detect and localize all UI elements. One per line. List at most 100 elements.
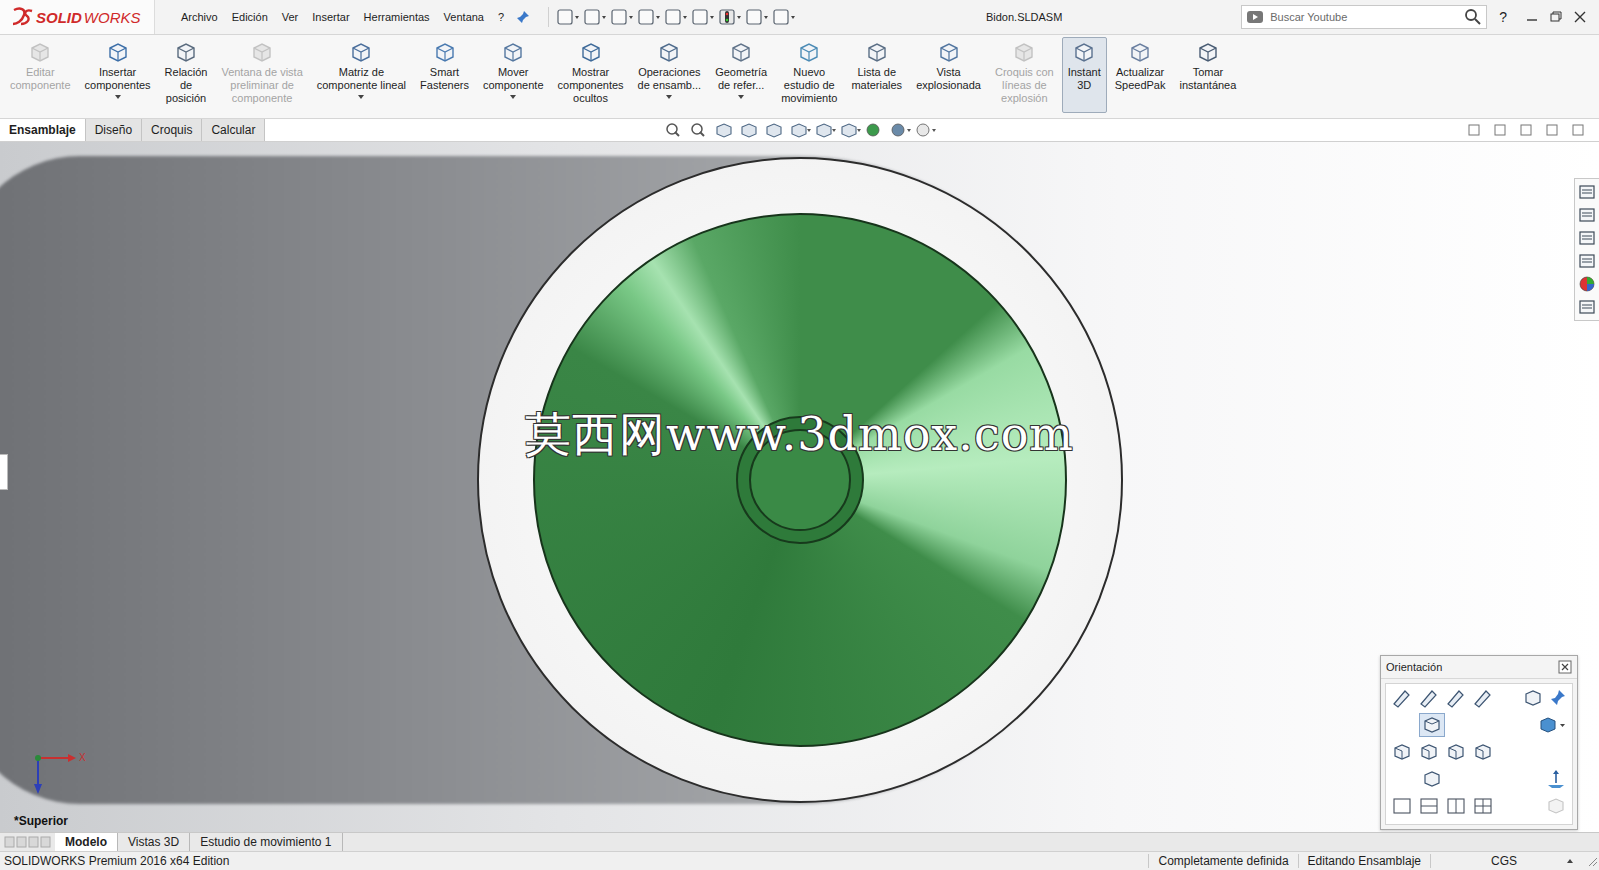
graphics-area[interactable]: 莫西网www.3dmox.comX*SuperiorOrientación (0, 142, 1599, 832)
doc-restore-icon[interactable] (1541, 122, 1563, 138)
ribbon-button[interactable]: Actualizar SpeedPak (1109, 37, 1172, 113)
zoom-area-icon[interactable] (688, 121, 712, 139)
view-orientation-icon[interactable] (788, 121, 812, 139)
command-tab[interactable]: Calcular (202, 119, 265, 141)
ribbon-button[interactable]: Tomar instantánea (1173, 37, 1242, 113)
ribbon-button[interactable]: Instant 3D (1062, 37, 1107, 113)
bottom-tab[interactable]: Vistas 3D (118, 833, 190, 851)
dynamic-annotation-icon[interactable] (763, 121, 787, 139)
file-explorer-icon[interactable] (1577, 228, 1597, 248)
bidon-model[interactable] (477, 157, 1123, 803)
print-icon[interactable] (636, 7, 662, 27)
bottom-tab[interactable]: Modelo (55, 833, 118, 851)
single-viewport-icon[interactable] (1390, 795, 1414, 817)
hide-show-icon[interactable] (838, 121, 862, 139)
units-selector[interactable]: CGS (1430, 854, 1585, 868)
front-view-icon[interactable] (1390, 741, 1414, 763)
section-view-icon[interactable] (738, 121, 762, 139)
help-button[interactable]: ? (1499, 9, 1507, 25)
ribbon-button[interactable]: Insertar componentes (79, 37, 157, 113)
minimize-icon[interactable] (1521, 9, 1543, 25)
apply-scene-icon[interactable] (888, 121, 912, 139)
close-icon[interactable] (1569, 9, 1591, 25)
rebuild-icon[interactable] (717, 7, 743, 27)
edit-appearance-icon[interactable] (863, 121, 887, 139)
appearances-icon[interactable] (1577, 274, 1597, 294)
menu-item[interactable]: Edición (232, 11, 268, 23)
new-document-icon[interactable] (555, 7, 581, 27)
ribbon-button[interactable]: Smart Fasteners (414, 37, 475, 113)
menu-item[interactable]: Ventana (444, 11, 484, 23)
ribbon-button[interactable]: Vista explosionada (910, 37, 987, 113)
menu-item[interactable]: Ver (282, 11, 299, 23)
two-horizontal-icon[interactable] (1417, 795, 1441, 817)
tile-left-icon[interactable] (1463, 122, 1485, 138)
solidworks-logo[interactable]: SOLIDWORKS (0, 0, 155, 34)
ribbon-button[interactable]: Croquis con líneas de explosión (989, 37, 1060, 113)
ribbon-button[interactable]: Geometría de refer... (709, 37, 773, 113)
prev-tab-icon[interactable] (16, 835, 27, 849)
select-arrow-icon[interactable] (690, 7, 716, 27)
pin-icon[interactable] (516, 10, 530, 24)
options-gear-icon[interactable] (771, 7, 797, 27)
command-tab[interactable]: Ensamblaje (0, 119, 86, 141)
ribbon-button[interactable]: Editar componente (4, 37, 77, 113)
top-view-icon[interactable] (1420, 714, 1444, 736)
dropdown-caret[interactable] (666, 95, 672, 99)
doc-close-icon[interactable] (1567, 122, 1589, 138)
ribbon-button[interactable]: Mostrar componentes ocultos (552, 37, 630, 113)
ribbon-button[interactable]: Relación de posición (159, 37, 214, 113)
home-icon[interactable] (1577, 182, 1597, 202)
command-tab[interactable]: Croquis (142, 119, 202, 141)
menu-item[interactable]: Archivo (181, 11, 218, 23)
display-style-icon[interactable] (813, 121, 837, 139)
new-view-icon[interactable] (1417, 687, 1441, 709)
previous-view-icon[interactable] (713, 121, 737, 139)
undo-icon[interactable] (663, 7, 689, 27)
bottom-tab[interactable]: Estudio de movimiento 1 (190, 833, 342, 851)
menu-item[interactable]: Insertar (312, 11, 349, 23)
left-view-icon[interactable] (1444, 741, 1468, 763)
custom-properties-icon[interactable] (1577, 297, 1597, 317)
ribbon-button[interactable]: Matriz de componente lineal (311, 37, 412, 113)
ribbon-button[interactable]: Operaciones de ensamb... (632, 37, 708, 113)
open-folder-icon[interactable] (582, 7, 608, 27)
reset-view-icon[interactable] (1471, 687, 1495, 709)
normal-to-icon[interactable] (1544, 768, 1568, 790)
ribbon-button[interactable]: Lista de materiales (845, 37, 908, 113)
tile-right-icon[interactable] (1489, 122, 1511, 138)
dropdown-caret[interactable] (115, 95, 121, 99)
dropdown-caret[interactable] (510, 95, 516, 99)
resize-grip-icon[interactable] (1585, 854, 1599, 868)
last-tab-icon[interactable] (40, 835, 51, 849)
save-icon[interactable] (609, 7, 635, 27)
dropdown-caret[interactable] (358, 95, 364, 99)
feature-tree-toggle[interactable] (0, 454, 8, 490)
back-view-icon[interactable] (1417, 741, 1441, 763)
four-viewport-icon[interactable] (1471, 795, 1495, 817)
search-icon[interactable] (1464, 8, 1482, 26)
view-pencil-icon[interactable] (1390, 687, 1414, 709)
right-view-icon[interactable] (1471, 741, 1495, 763)
view-palette-icon[interactable] (1577, 251, 1597, 271)
ribbon-button[interactable]: Ventana de vista preliminar de component… (215, 37, 308, 113)
close-panel-icon[interactable] (1558, 660, 1572, 674)
view-settings-icon[interactable] (913, 121, 937, 139)
view-cube-icon[interactable] (1521, 687, 1545, 709)
doc-minimize-icon[interactable] (1515, 122, 1537, 138)
ribbon-button[interactable]: Mover componente (477, 37, 550, 113)
ribbon-button[interactable]: Nuevo estudio de movimiento (775, 37, 843, 113)
two-vertical-icon[interactable] (1444, 795, 1468, 817)
file-properties-icon[interactable] (744, 7, 770, 27)
design-library-icon[interactable] (1577, 205, 1597, 225)
menu-item[interactable]: ? (498, 11, 504, 23)
zoom-fit-icon[interactable] (663, 121, 687, 139)
bottom-view-icon[interactable] (1420, 768, 1444, 790)
menu-item[interactable]: Herramientas (364, 11, 430, 23)
update-view-icon[interactable] (1444, 687, 1468, 709)
search-input[interactable] (1268, 10, 1460, 24)
restore-icon[interactable] (1545, 9, 1567, 25)
next-tab-icon[interactable] (28, 835, 39, 849)
command-tab[interactable]: Diseño (86, 119, 142, 141)
first-tab-icon[interactable] (4, 835, 15, 849)
